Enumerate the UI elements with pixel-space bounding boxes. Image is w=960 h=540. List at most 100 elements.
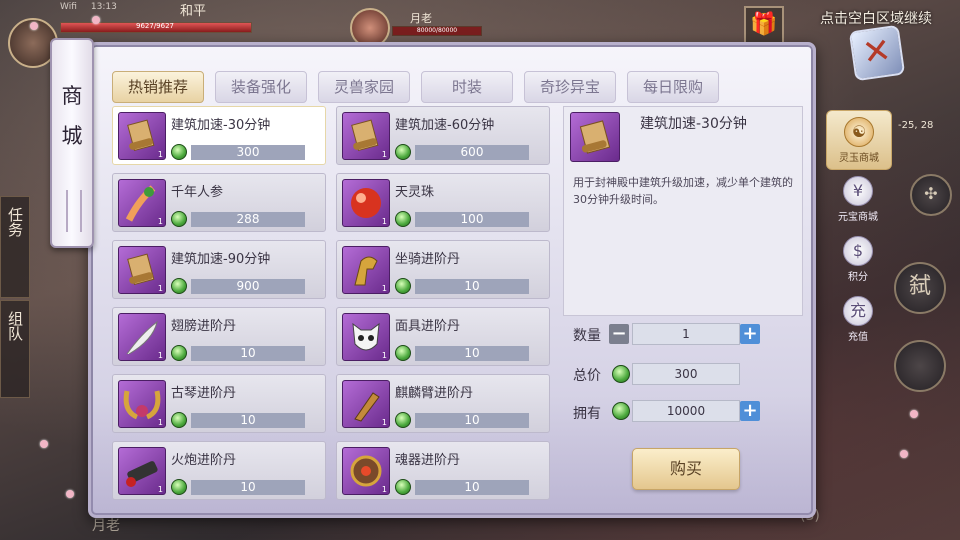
item-price: 600 <box>415 145 529 160</box>
shop-item-card[interactable]: 1 麒麟臂进阶丹 10 <box>336 374 550 433</box>
blossom-decoration <box>30 22 38 30</box>
item-name: 建筑加速-90分钟 <box>171 252 271 267</box>
item-price: 100 <box>415 212 529 227</box>
gauntlet-icon: 1 <box>342 380 390 428</box>
jade-coin-icon <box>612 365 630 383</box>
qty-input[interactable]: 1 <box>632 323 740 345</box>
nav-jade-mall[interactable]: ☯ 灵玉商城 <box>826 110 892 170</box>
shop-item-card[interactable]: 1 建筑加速-30分钟 300 <box>112 106 326 165</box>
shop-item-card[interactable]: 1 魂器进阶丹 10 <box>336 441 550 500</box>
feather-icon: 1 <box>118 313 166 361</box>
shop-item-card[interactable]: 1 面具进阶丹 10 <box>336 307 550 366</box>
zone-name: 和平 <box>180 4 207 19</box>
tab-equip-enhance[interactable]: 装备强化 <box>215 71 307 103</box>
gift-icon[interactable]: 🎁 <box>744 6 784 46</box>
blossom-decoration <box>40 440 48 448</box>
gold-ingot-icon: ¥ <box>843 176 873 206</box>
shop-item-card[interactable]: 1 天灵珠 100 <box>336 173 550 232</box>
shop-item-card[interactable]: 1 建筑加速-90分钟 900 <box>112 240 326 299</box>
shop-tabs: 热销推荐 装备强化 灵兽家园 时装 奇珍异宝 每日限购 <box>112 71 719 103</box>
item-name: 古琴进阶丹 <box>171 386 237 401</box>
jade-coin-icon <box>171 144 187 160</box>
horns-icon: 1 <box>118 380 166 428</box>
blossom-decoration <box>900 450 908 458</box>
jade-coin-icon <box>171 278 187 294</box>
qty-label: 数量 <box>573 328 601 344</box>
item-name: 火炮进阶丹 <box>171 453 237 468</box>
item-count: 1 <box>157 284 163 293</box>
item-count: 1 <box>157 485 163 494</box>
shop-item-card[interactable]: 1 翅膀进阶丹 10 <box>112 307 326 366</box>
shop-item-card[interactable]: 1 建筑加速-60分钟 600 <box>336 106 550 165</box>
item-price: 10 <box>415 480 529 495</box>
target-name: 月老 <box>410 12 432 25</box>
jade-coin-icon <box>171 412 187 428</box>
item-count: 1 <box>381 418 387 427</box>
skill-button[interactable]: 弑 <box>894 262 946 314</box>
tab-treasures[interactable]: 奇珍异宝 <box>524 71 616 103</box>
nav-recharge-label: 充值 <box>848 332 868 343</box>
scroll-icon: 1 <box>118 112 166 160</box>
nav-points-label: 积分 <box>848 272 868 283</box>
item-name: 翅膀进阶丹 <box>171 319 237 334</box>
shop-item-card[interactable]: 1 火炮进阶丹 10 <box>112 441 326 500</box>
nav-points[interactable]: $ 积分 <box>826 230 890 288</box>
nav-gold-mall[interactable]: ¥ 元宝商城 <box>826 170 890 228</box>
detail-description: 用于封神殿中建筑升级加速，减少单个建筑的30分钟升级时间。 <box>573 176 793 206</box>
shop-item-card[interactable]: 1 千年人参 288 <box>112 173 326 232</box>
owned-label: 拥有 <box>573 406 601 422</box>
coin-icon[interactable]: ✣ <box>910 174 952 216</box>
item-price: 300 <box>191 145 305 160</box>
jade-coin-icon <box>171 479 187 495</box>
item-name: 麒麟臂进阶丹 <box>395 386 474 401</box>
nav-gold-mall-label: 元宝商城 <box>838 212 878 223</box>
jade-coin-icon <box>395 144 411 160</box>
shop-item-card[interactable]: 1 坐骑进阶丹 10 <box>336 240 550 299</box>
item-price: 10 <box>191 480 305 495</box>
nav-jade-mall-label: 灵玉商城 <box>839 153 879 164</box>
jade-coin-icon <box>612 402 630 420</box>
shop-item-card[interactable]: 1 古琴进阶丹 10 <box>112 374 326 433</box>
tab-hot[interactable]: 热销推荐 <box>112 71 204 103</box>
item-price: 10 <box>191 413 305 428</box>
ginseng-icon: 1 <box>118 179 166 227</box>
item-count: 1 <box>157 217 163 226</box>
qty-increase-button[interactable]: + <box>740 324 760 344</box>
tab-daily-limit[interactable]: 每日限购 <box>627 71 719 103</box>
close-button[interactable]: ✕ <box>848 24 906 82</box>
total-price-value: 300 <box>632 363 740 385</box>
tab-pet-home[interactable]: 灵兽家园 <box>318 71 410 103</box>
scroll-icon: 1 <box>342 112 390 160</box>
item-count: 1 <box>381 150 387 159</box>
scroll-ornament <box>66 190 82 232</box>
qty-decrease-button[interactable]: − <box>609 324 629 344</box>
buy-button[interactable]: 购买 <box>632 448 740 490</box>
owned-balance: 10000 <box>632 400 740 422</box>
item-price: 10 <box>415 413 529 428</box>
tab-fashion[interactable]: 时装 <box>421 71 513 103</box>
points-bag-icon: $ <box>843 236 873 266</box>
chat-preview[interactable]: 月老 <box>92 515 120 535</box>
jade-coin-icon <box>395 479 411 495</box>
side-tab-quest[interactable]: 任务 <box>0 196 30 298</box>
recharge-icon: 充 <box>843 296 873 326</box>
scroll-icon: 1 <box>118 246 166 294</box>
blossom-decoration <box>92 16 100 24</box>
jade-mall-icon: ☯ <box>844 117 874 147</box>
close-icon: ✕ <box>859 30 894 74</box>
item-name: 坐骑进阶丹 <box>395 252 461 267</box>
shop-title-scroll: 商 城 <box>50 38 94 248</box>
skill-button-secondary[interactable] <box>894 340 946 392</box>
recharge-plus-button[interactable]: + <box>740 401 760 421</box>
side-tab-team[interactable]: 组队 <box>0 300 30 398</box>
side-tab-team-label: 组队 <box>6 311 24 341</box>
nav-recharge[interactable]: 充 充值 <box>826 290 890 348</box>
detail-scroll-icon <box>570 112 620 162</box>
item-name: 千年人参 <box>171 185 224 200</box>
jade-coin-icon <box>395 412 411 428</box>
player-hp-text: 9627/9627 <box>136 22 174 30</box>
jade-coin-icon <box>171 211 187 227</box>
item-count: 1 <box>157 351 163 360</box>
jade-coin-icon <box>395 211 411 227</box>
item-grid: 1 建筑加速-30分钟 300 1 建筑加速-60分钟 600 1 千年人参 288 1 天灵珠 10… <box>112 106 550 500</box>
